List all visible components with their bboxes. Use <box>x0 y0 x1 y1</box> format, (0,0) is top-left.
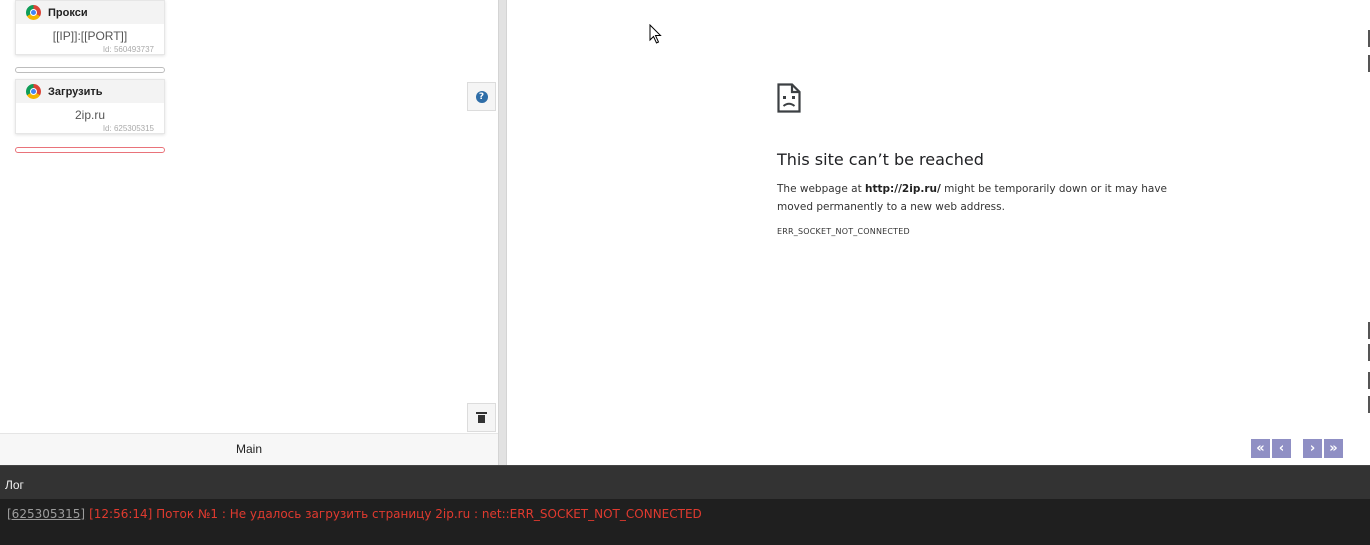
block-header: Загрузить <box>16 80 164 103</box>
block-proxy[interactable]: Прокси [[IP]]:[[PORT]] Id: 560493737 <box>15 0 165 55</box>
block-id: Id: 560493737 <box>102 45 154 54</box>
error-url: http://2ip.ru/ <box>865 183 941 195</box>
block-connector-failure[interactable] <box>15 147 165 153</box>
trash-icon <box>476 412 487 423</box>
sad-document-icon <box>777 83 801 113</box>
block-value: 2ip.ru <box>74 108 106 122</box>
last-page-icon[interactable]: » <box>1324 439 1343 458</box>
block-id: Id: 625305315 <box>102 124 154 133</box>
log-panel: Лог [625305315] [12:56:14] Поток №1 : Не … <box>0 465 1370 545</box>
app-window: Прокси [[IP]]:[[PORT]] Id: 560493737 Заг… <box>0 0 1370 545</box>
forward-nav-group: › » <box>1303 439 1343 458</box>
block-value: [[IP]]:[[PORT]] <box>52 29 128 43</box>
next-page-icon[interactable]: › <box>1303 439 1322 458</box>
browser-view[interactable]: This site can’t be reached The webpage a… <box>507 0 1370 465</box>
log-entry-message: [12:56:14] Поток №1 : Не удалось загрузи… <box>89 507 702 521</box>
previous-page-icon[interactable]: ‹ <box>1272 439 1291 458</box>
log-entry: [625305315] [12:56:14] Поток №1 : Не удал… <box>7 507 1370 521</box>
log-entry-id-link[interactable]: [625305315] <box>7 507 85 521</box>
delete-button[interactable] <box>467 403 496 432</box>
back-nav-group: « ‹ <box>1251 439 1291 458</box>
tab-main[interactable]: Main <box>0 433 498 465</box>
help-button[interactable]: ? <box>467 82 496 111</box>
script-editor-pane: Прокси [[IP]]:[[PORT]] Id: 560493737 Заг… <box>0 0 498 465</box>
pane-splitter[interactable] <box>498 0 507 465</box>
block-connector-success[interactable] <box>15 67 165 73</box>
chrome-icon <box>26 5 41 20</box>
log-list: [625305315] [12:56:14] Поток №1 : Не удал… <box>0 499 1370 521</box>
error-description: The webpage at http://2ip.ru/ might be t… <box>777 180 1197 216</box>
chrome-icon <box>26 84 41 99</box>
first-page-icon[interactable]: « <box>1251 439 1270 458</box>
block-title: Загрузить <box>48 85 103 98</box>
error-description-prefix: The webpage at <box>777 183 866 195</box>
error-code: ERR_SOCKET_NOT_CONNECTED <box>777 227 910 236</box>
question-circle-icon: ? <box>475 90 488 103</box>
block-load[interactable]: Загрузить 2ip.ru Id: 625305315 <box>15 79 165 134</box>
block-title: Прокси <box>48 6 88 19</box>
block-header: Прокси <box>16 1 164 24</box>
error-title: This site can’t be reached <box>777 150 984 169</box>
log-title: Лог <box>0 465 1370 499</box>
mouse-cursor-icon <box>649 24 662 44</box>
